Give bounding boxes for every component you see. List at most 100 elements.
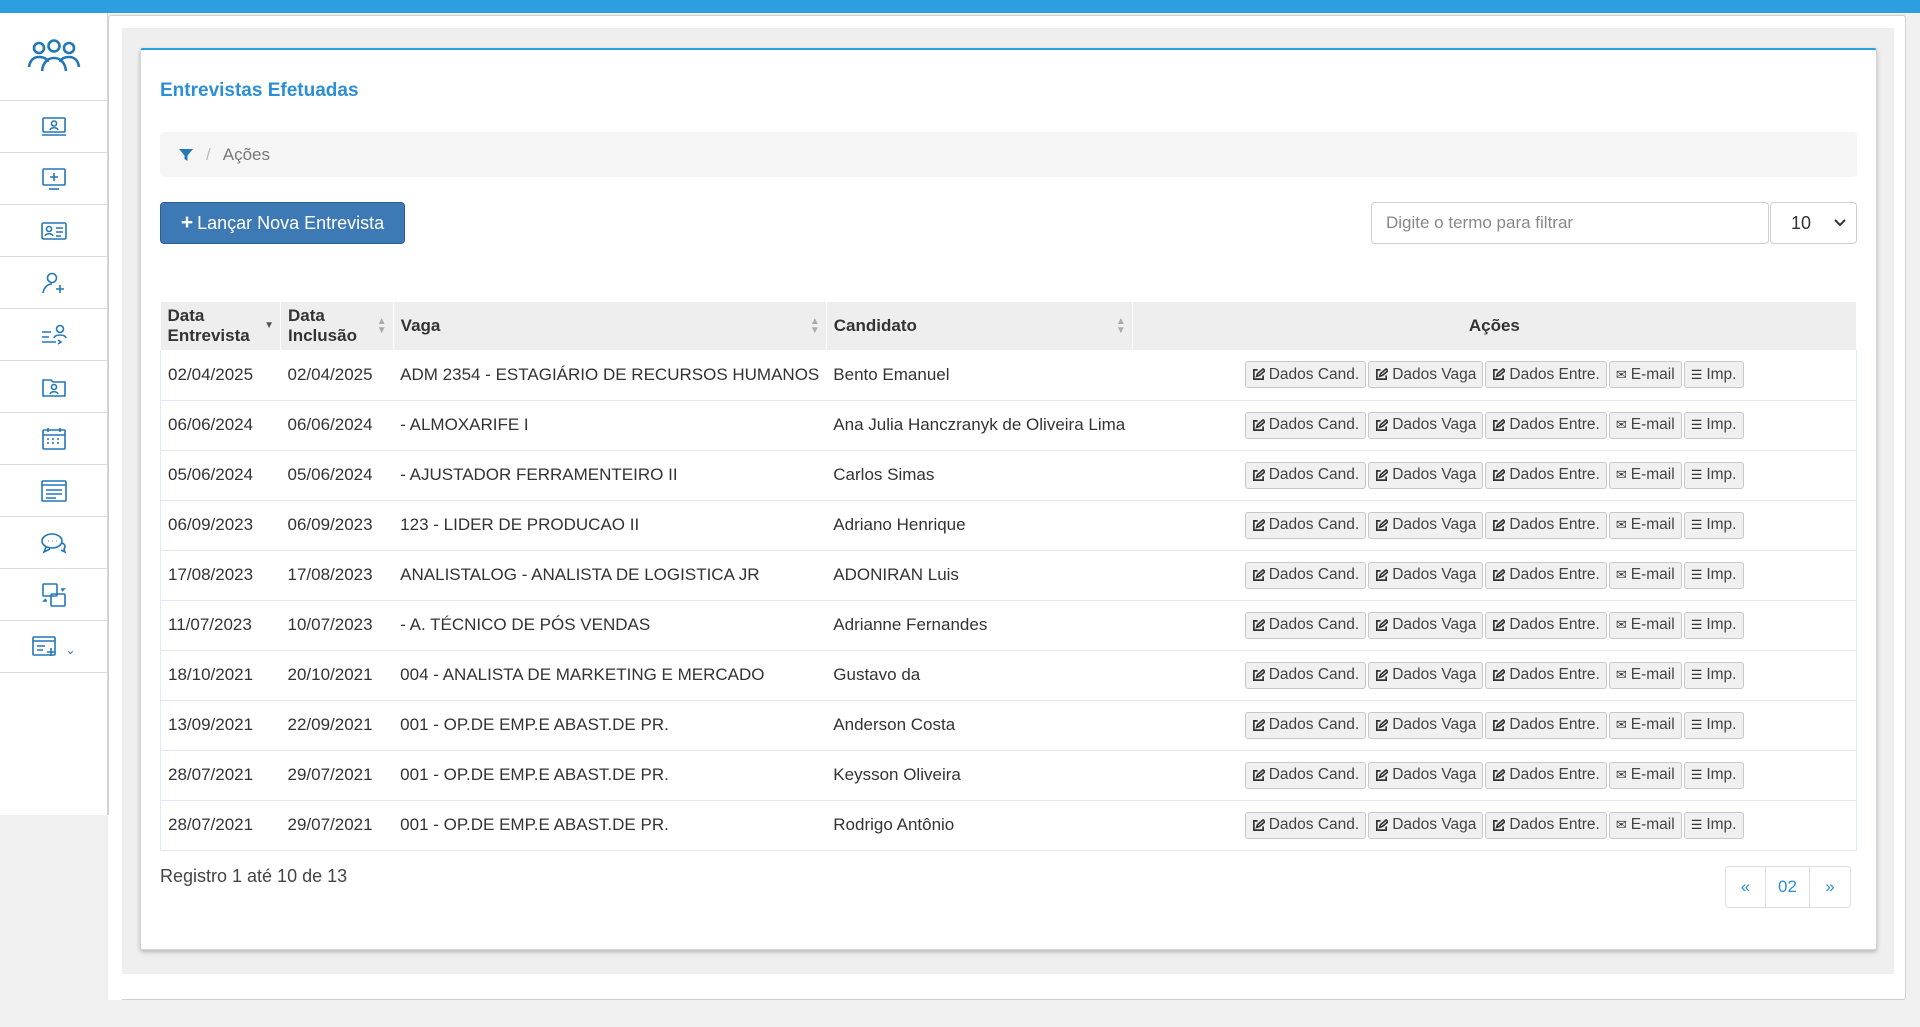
dados-cand-button[interactable]: Dados Cand.: [1244, 761, 1367, 789]
sort-icon: ▲ ▼: [1115, 316, 1126, 336]
cell-data-entrevista: 17/08/2023: [160, 550, 281, 601]
dados-entre-button[interactable]: Dados Entre.: [1485, 711, 1607, 739]
edit-icon: [1376, 468, 1389, 481]
dados-cand-button[interactable]: Dados Cand.: [1244, 611, 1367, 639]
cell-data-inclusao: 17/08/2023: [280, 550, 394, 601]
dados-vaga-button[interactable]: Dados Vaga: [1368, 711, 1484, 739]
button-label: Dados Vaga: [1392, 416, 1477, 433]
sidebar-item-user-flow[interactable]: [0, 309, 107, 361]
sidebar-item-window-add[interactable]: ⌄: [0, 621, 107, 673]
col-header-vaga[interactable]: Vaga ▲ ▼: [393, 302, 827, 350]
dados-entre-button[interactable]: Dados Entre.: [1485, 611, 1607, 639]
dados-vaga-button[interactable]: Dados Vaga: [1368, 661, 1484, 689]
cell-data-entrevista: 28/07/2021: [160, 750, 281, 801]
sidebar-item-exchange[interactable]: [0, 569, 107, 621]
edit-icon: [1493, 418, 1506, 431]
dados-entre-button[interactable]: Dados Entre.: [1485, 561, 1607, 589]
email-button[interactable]: ✉ E-mail: [1608, 561, 1682, 589]
button-label: Dados Vaga: [1392, 566, 1477, 583]
email-button[interactable]: ✉ E-mail: [1608, 611, 1682, 639]
pager-prev-button[interactable]: «: [1726, 867, 1766, 907]
sidebar-item-monitor-add[interactable]: [0, 153, 107, 205]
sidebar-item-folder-user[interactable]: [0, 361, 107, 413]
print-button[interactable]: ☰ Imp.: [1683, 511, 1744, 539]
dados-entre-button[interactable]: Dados Entre.: [1485, 411, 1607, 439]
print-button[interactable]: ☰ Imp.: [1683, 761, 1744, 789]
email-button[interactable]: ✉ E-mail: [1608, 411, 1682, 439]
button-label: Dados Entre.: [1509, 466, 1600, 483]
button-label: Dados Cand.: [1268, 766, 1360, 783]
dados-entre-button[interactable]: Dados Entre.: [1485, 361, 1607, 389]
button-label: Dados Vaga: [1392, 766, 1477, 783]
dados-cand-button[interactable]: Dados Cand.: [1244, 361, 1367, 389]
dados-entre-button[interactable]: Dados Entre.: [1485, 811, 1607, 839]
dados-entre-button[interactable]: Dados Entre.: [1485, 661, 1607, 689]
cell-vaga: 001 - OP.DE EMP.E ABAST.DE PR.: [393, 700, 827, 751]
sidebar-item-chat[interactable]: [0, 517, 107, 569]
print-button[interactable]: ☰ Imp.: [1683, 661, 1744, 689]
dados-vaga-button[interactable]: Dados Vaga: [1368, 361, 1484, 389]
print-button[interactable]: ☰ Imp.: [1683, 411, 1744, 439]
email-button[interactable]: ✉ E-mail: [1608, 811, 1682, 839]
cell-acoes: Dados Cand. Dados Vaga Dados Entre. ✉ E-mail…: [1132, 800, 1857, 851]
pager-next-button[interactable]: »: [1809, 867, 1850, 907]
page-size-value: 10: [1791, 212, 1812, 233]
dados-vaga-button[interactable]: Dados Vaga: [1368, 761, 1484, 789]
sort-icon: ▲ ▼: [809, 316, 820, 336]
sidebar-item-list-window[interactable]: [0, 465, 107, 517]
sidebar-item-calendar[interactable]: [0, 413, 107, 465]
page-size-select[interactable]: 10: [1770, 202, 1857, 244]
col-header-data-entrevista[interactable]: Data Entrevista ▼: [160, 302, 281, 350]
edit-icon: [1376, 768, 1389, 781]
cell-data-entrevista: 02/04/2025: [160, 350, 281, 401]
col-header-data-inclusao[interactable]: Data Inclusão ▲ ▼: [280, 302, 394, 350]
dados-cand-button[interactable]: Dados Cand.: [1244, 561, 1367, 589]
dados-cand-button[interactable]: Dados Cand.: [1244, 661, 1367, 689]
dados-cand-button[interactable]: Dados Cand.: [1244, 411, 1367, 439]
dados-cand-button[interactable]: Dados Cand.: [1244, 461, 1367, 489]
chevron-down-icon: [1834, 219, 1846, 227]
filter-input[interactable]: [1371, 202, 1769, 244]
table-row: 11/07/2023 10/07/2023- A. TÉCNICO DE PÓS …: [160, 600, 1857, 651]
sidebar-item-user-add[interactable]: [0, 257, 107, 309]
print-button[interactable]: ☰ Imp.: [1683, 461, 1744, 489]
email-button[interactable]: ✉ E-mail: [1608, 711, 1682, 739]
people-group-icon[interactable]: [0, 13, 107, 101]
print-button[interactable]: ☰ Imp.: [1683, 811, 1744, 839]
sidebar-item-id-card[interactable]: [0, 205, 107, 257]
email-button[interactable]: ✉ E-mail: [1608, 761, 1682, 789]
col-header-candidato[interactable]: Candidato ▲ ▼: [826, 302, 1133, 350]
print-button[interactable]: ☰ Imp.: [1683, 361, 1744, 389]
button-label: E-mail: [1630, 466, 1675, 483]
print-button[interactable]: ☰ Imp.: [1683, 611, 1744, 639]
window-add-icon: [32, 635, 57, 656]
edit-icon: [1252, 718, 1265, 731]
dados-cand-button[interactable]: Dados Cand.: [1244, 811, 1367, 839]
button-label: Dados Vaga: [1392, 816, 1477, 833]
dados-cand-button[interactable]: Dados Cand.: [1244, 711, 1367, 739]
new-interview-button[interactable]: + Lançar Nova Entrevista: [160, 202, 405, 244]
cell-acoes: Dados Cand. Dados Vaga Dados Entre. ✉ E-mail…: [1132, 450, 1857, 501]
pager-page-button[interactable]: 02: [1766, 867, 1810, 907]
dados-vaga-button[interactable]: Dados Vaga: [1368, 611, 1484, 639]
sidebar-item-monitor-user[interactable]: [0, 101, 107, 153]
email-button[interactable]: ✉ E-mail: [1608, 511, 1682, 539]
dados-vaga-button[interactable]: Dados Vaga: [1368, 461, 1484, 489]
dados-entre-button[interactable]: Dados Entre.: [1485, 511, 1607, 539]
dados-entre-button[interactable]: Dados Entre.: [1485, 461, 1607, 489]
table-row: 28/07/2021 29/07/2021 001 - OP.DE EMP.E AB…: [160, 800, 1857, 851]
print-button[interactable]: ☰ Imp.: [1683, 561, 1744, 589]
dados-vaga-button[interactable]: Dados Vaga: [1368, 561, 1484, 589]
email-button[interactable]: ✉ E-mail: [1608, 461, 1682, 489]
email-button[interactable]: ✉ E-mail: [1608, 661, 1682, 689]
email-button[interactable]: ✉ E-mail: [1608, 361, 1682, 389]
filter-icon[interactable]: [178, 147, 194, 163]
dados-vaga-button[interactable]: Dados Vaga: [1368, 811, 1484, 839]
dados-entre-button[interactable]: Dados Entre.: [1485, 761, 1607, 789]
print-button[interactable]: ☰ Imp.: [1683, 711, 1744, 739]
dados-cand-button[interactable]: Dados Cand.: [1244, 511, 1367, 539]
cell-data-inclusao: 02/04/2025: [280, 350, 394, 401]
new-interview-button-label: Lançar Nova Entrevista: [197, 212, 385, 233]
dados-vaga-button[interactable]: Dados Vaga: [1368, 411, 1484, 439]
dados-vaga-button[interactable]: Dados Vaga: [1368, 511, 1484, 539]
